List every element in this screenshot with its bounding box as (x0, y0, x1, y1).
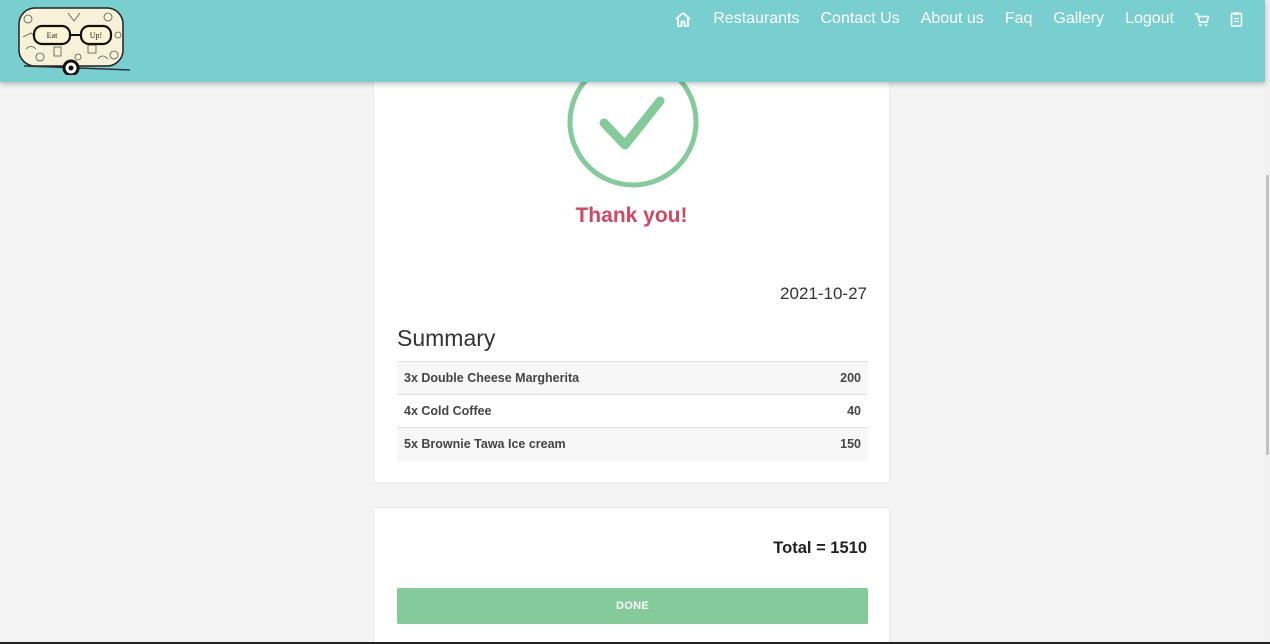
order-total: Total = 1510 (773, 539, 867, 557)
receipt-card: Thank you! 2021-10-27 Summary 3x Double … (373, 56, 890, 483)
item-label: 5x Brownie Tawa Ice cream (397, 427, 795, 461)
logo-word-up: Up! (90, 31, 102, 40)
done-button[interactable]: DONE (397, 588, 868, 624)
item-amount: 150 (794, 427, 868, 461)
nav-link-contact-us[interactable]: Contact Us (821, 10, 900, 28)
eatup-logo[interactable]: Eat Up! (18, 7, 132, 77)
page-scrollbar[interactable] (1265, 0, 1270, 644)
cart-icon[interactable] (1194, 12, 1210, 27)
clipboard-icon[interactable] (1230, 11, 1243, 27)
page: Eat Up! Restaurants Contact Us About us … (0, 0, 1270, 644)
nav-link-gallery[interactable]: Gallery (1053, 10, 1104, 28)
order-date: 2021-10-27 (780, 284, 867, 303)
item-amount: 200 (794, 361, 868, 395)
item-amount: 40 (794, 394, 868, 428)
table-row: 4x Cold Coffee 40 (397, 394, 868, 428)
item-label: 4x Cold Coffee (397, 394, 795, 428)
table-row: 5x Brownie Tawa Ice cream 150 (397, 427, 868, 461)
summary-table: 3x Double Cheese Margherita 200 4x Cold … (397, 361, 868, 461)
home-icon[interactable] (674, 11, 692, 28)
total-card: Total = 1510 DONE (373, 507, 890, 644)
nav-links: Restaurants Contact Us About us Faq Gall… (674, 10, 1243, 28)
thank-you-heading: Thank you! (575, 204, 688, 227)
navbar: Eat Up! Restaurants Contact Us About us … (0, 0, 1265, 82)
nav-link-logout[interactable]: Logout (1125, 10, 1174, 28)
summary-title: Summary (397, 325, 496, 351)
table-row: 3x Double Cheese Margherita 200 (397, 361, 868, 395)
item-label: 3x Double Cheese Margherita (397, 361, 795, 395)
nav-link-restaurants[interactable]: Restaurants (713, 10, 799, 28)
nav-link-about-us[interactable]: About us (921, 10, 984, 28)
logo-word-eat: Eat (47, 31, 58, 40)
nav-link-faq[interactable]: Faq (1005, 10, 1033, 28)
scrollbar-thumb[interactable] (1266, 175, 1269, 455)
